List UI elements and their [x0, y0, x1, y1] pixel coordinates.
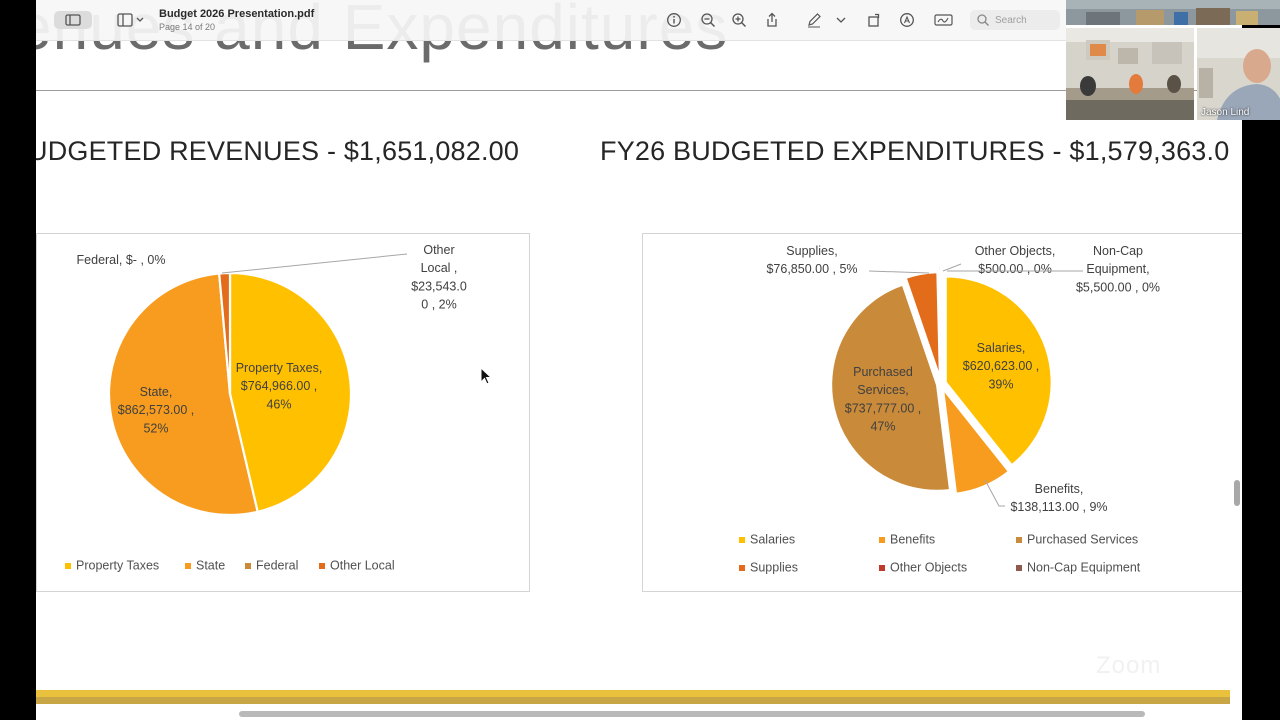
zoom-in-button[interactable]	[729, 10, 749, 30]
zoom-in-icon	[732, 13, 747, 28]
legend-label-other-local: Other Local	[330, 559, 395, 573]
rotate-button[interactable]	[864, 10, 884, 30]
sidebar-toggle-button[interactable]	[54, 11, 92, 29]
info-button[interactable]	[664, 10, 684, 30]
mouse-cursor-icon	[480, 367, 493, 385]
data-label-non-cap-equipment: Non-Cap Equipment, $5,500.00 , 0%	[1076, 244, 1160, 294]
screen: enues and Expenditures UDGETED REVENUES …	[0, 0, 1280, 720]
vertical-scrollbar[interactable]	[1234, 480, 1240, 506]
leader-line-other-objects	[942, 263, 962, 272]
room-thumbnail-image	[1066, 0, 1280, 25]
legend-label-purchased-services: Purchased Services	[1027, 533, 1138, 547]
gallery-strip-video[interactable]	[1066, 0, 1280, 25]
zoom-watermark: Zoom	[1096, 652, 1162, 679]
data-label-supplies: Supplies, $76,850.00 , 5%	[766, 244, 857, 276]
zoom-out-button[interactable]	[698, 10, 718, 30]
data-label-federal: Federal, $- , 0%	[77, 253, 166, 267]
legend-label-other-objects: Other Objects	[890, 561, 967, 575]
document-title: Budget 2026 Presentation.pdf	[159, 8, 315, 20]
info-icon	[667, 13, 681, 27]
legend-swatch-supplies	[739, 565, 745, 571]
expenditures-pie-svg: Salaries, $620,623.00 , 39%Benefits, $138,1…	[739, 244, 1160, 575]
legend-swatch-property-taxes	[65, 563, 71, 569]
legend-swatch-other-local	[319, 563, 325, 569]
revenues-pie-svg: Property Taxes, $764,966.00 , 46%State, $86…	[65, 243, 467, 573]
revenues-pie-chart: Property Taxes, $764,966.00 , 46% State, $86…	[36, 233, 530, 592]
legend-swatch-purchased-services	[1016, 537, 1022, 543]
leader-line-other-local	[221, 253, 408, 274]
conference-room-video[interactable]	[1066, 28, 1194, 120]
rotate-icon	[868, 13, 880, 27]
legend-swatch-other-objects	[879, 565, 885, 571]
markup-button[interactable]	[804, 10, 824, 30]
title-divider	[36, 90, 1242, 91]
legend-swatch-state	[185, 563, 191, 569]
share-button[interactable]	[762, 10, 782, 30]
signature-button[interactable]	[933, 10, 955, 30]
legend-label-property-taxes: Property Taxes	[76, 559, 159, 573]
view-menu-button[interactable]	[116, 10, 146, 30]
pdf-viewer-window: enues and Expenditures UDGETED REVENUES …	[36, 0, 1242, 720]
conference-room-image	[1066, 28, 1194, 120]
sidebar-icon	[65, 14, 81, 26]
legend-swatch-benefits	[879, 537, 885, 543]
legend-label-non-cap-equipment: Non-Cap Equipment	[1027, 561, 1141, 575]
expenditures-pie-chart: Salaries, $620,623.00 , 39% Benefits, $138,1…	[642, 233, 1242, 592]
zoom-out-icon	[701, 13, 716, 28]
legend-label-benefits: Benefits	[890, 533, 935, 547]
data-label-other-local: Other Local , $23,543.0 0 , 2%	[411, 243, 467, 312]
share-icon	[767, 12, 777, 27]
legend-label-salaries: Salaries	[750, 533, 795, 547]
search-placeholder: Search	[995, 14, 1027, 26]
search-field[interactable]: Search	[970, 10, 1060, 30]
markup-menu-button[interactable]	[834, 10, 848, 30]
legend-label-supplies: Supplies	[750, 561, 798, 575]
expenditures-chart-title: FY26 BUDGETED EXPENDITURES - $1,579,363.…	[600, 136, 1230, 166]
viewer-toolbar: Budget 2026 Presentation.pdf Page 14 of …	[36, 0, 1066, 41]
legend-swatch-non-cap-equipment	[1016, 565, 1022, 571]
revenues-chart-title: UDGETED REVENUES - $1,651,082.00	[36, 136, 520, 166]
slide-footer-bar	[36, 690, 1230, 704]
horizontal-scrollbar[interactable]	[239, 711, 1145, 717]
leader-line-supplies	[868, 270, 930, 274]
legend-swatch-federal	[245, 563, 251, 569]
data-label-benefits: Benefits, $138,113.00 , 9%	[1010, 482, 1107, 514]
chevron-down-icon	[836, 17, 846, 23]
legend-label-state: State	[196, 559, 225, 573]
participant-name-label: Jason Lind	[1201, 107, 1250, 118]
participant-video[interactable]: Jason Lind	[1197, 28, 1280, 120]
annotate-icon	[900, 13, 914, 27]
layout-icon	[117, 13, 144, 27]
markup-pen-icon	[808, 13, 821, 28]
legend-swatch-salaries	[739, 537, 745, 543]
search-icon	[977, 14, 989, 26]
page-indicator: Page 14 of 20	[159, 22, 216, 32]
annotate-button[interactable]	[897, 10, 917, 30]
signature-icon	[934, 14, 953, 26]
legend-label-federal: Federal	[256, 559, 298, 573]
